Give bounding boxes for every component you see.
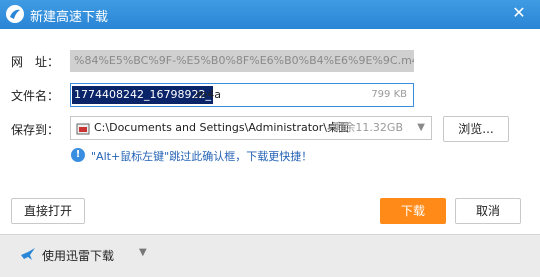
- download-button[interactable]: 下载: [380, 198, 446, 224]
- save-to-label: 保存到：: [11, 123, 60, 137]
- file-size: 799 KB: [371, 89, 407, 100]
- save-path-select[interactable]: C:\Documents and Settings\Administrator\…: [70, 116, 432, 140]
- cancel-button[interactable]: 取消: [455, 198, 521, 224]
- use-thunder-label[interactable]: 使用迅雷下载: [42, 247, 114, 264]
- info-icon: !: [71, 148, 85, 162]
- folder-icon: [76, 123, 90, 135]
- hint-text: "Alt+鼠标左键"跳过此确认框，下载更快捷！: [91, 150, 313, 163]
- close-icon[interactable]: ✕: [511, 5, 527, 21]
- url-field: %84%E5%BC%9F-%E5%B0%8F%E6%B0%B4%E6%9E%9C…: [70, 50, 414, 72]
- browse-button[interactable]: 浏览...: [443, 116, 509, 142]
- thunder-bird-icon: [21, 248, 35, 260]
- filename-selected-text: 1774408242_16798922_: [72, 86, 213, 104]
- free-space: 剩余11.32GB: [333, 121, 403, 134]
- save-path-text: C:\Documents and Settings\Administrator\…: [94, 121, 350, 134]
- filename-input[interactable]: 1774408242_16798922_ .m4a 799 KB: [70, 83, 414, 107]
- filename-extension: .m4a: [193, 88, 221, 101]
- chevron-down-icon[interactable]: ▼: [139, 247, 147, 258]
- filename-label: 文件名：: [11, 89, 60, 103]
- footer-bar: 使用迅雷下载 ▼: [0, 234, 540, 277]
- open-directly-button[interactable]: 直接打开: [11, 198, 85, 224]
- title-bar: 新建高速下载 ✕: [0, 0, 540, 29]
- chevron-down-icon[interactable]: ▼: [417, 117, 425, 139]
- url-label: 网 址：: [11, 55, 60, 69]
- app-logo-icon: [6, 5, 24, 23]
- window-title: 新建高速下载: [30, 10, 109, 25]
